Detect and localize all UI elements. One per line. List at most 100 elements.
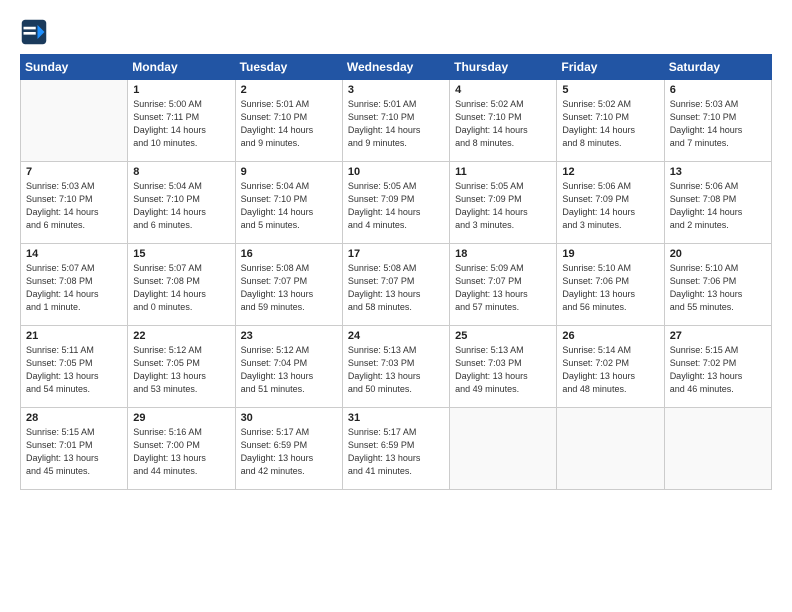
calendar-cell: 14 Sunrise: 5:07 AM Sunset: 7:08 PM Dayli… — [21, 244, 128, 326]
day-info: Sunrise: 5:08 AM Sunset: 7:07 PM Dayligh… — [348, 262, 444, 314]
weekday-header-thursday: Thursday — [450, 55, 557, 80]
day-info: Sunrise: 5:13 AM Sunset: 7:03 PM Dayligh… — [348, 344, 444, 396]
calendar-cell — [450, 408, 557, 490]
day-number: 19 — [562, 248, 658, 260]
day-number: 28 — [26, 412, 122, 424]
day-info: Sunrise: 5:15 AM Sunset: 7:01 PM Dayligh… — [26, 426, 122, 478]
day-number: 27 — [670, 330, 766, 342]
calendar-cell: 5 Sunrise: 5:02 AM Sunset: 7:10 PM Daylig… — [557, 80, 664, 162]
day-info: Sunrise: 5:17 AM Sunset: 6:59 PM Dayligh… — [241, 426, 337, 478]
day-info: Sunrise: 5:12 AM Sunset: 7:04 PM Dayligh… — [241, 344, 337, 396]
calendar-cell: 7 Sunrise: 5:03 AM Sunset: 7:10 PM Daylig… — [21, 162, 128, 244]
day-number: 25 — [455, 330, 551, 342]
day-number: 17 — [348, 248, 444, 260]
day-info: Sunrise: 5:11 AM Sunset: 7:05 PM Dayligh… — [26, 344, 122, 396]
day-number: 5 — [562, 84, 658, 96]
calendar-cell: 22 Sunrise: 5:12 AM Sunset: 7:05 PM Dayli… — [128, 326, 235, 408]
calendar-cell: 1 Sunrise: 5:00 AM Sunset: 7:11 PM Daylig… — [128, 80, 235, 162]
calendar-cell: 27Sunrise: 5:15 AM Sunset: 7:02 PM Dayli… — [664, 326, 771, 408]
day-info: Sunrise: 5:03 AM Sunset: 7:10 PM Dayligh… — [26, 180, 122, 232]
day-info: Sunrise: 5:00 AM Sunset: 7:11 PM Dayligh… — [133, 98, 229, 150]
day-info: Sunrise: 5:05 AM Sunset: 7:09 PM Dayligh… — [348, 180, 444, 232]
calendar-cell: 8 Sunrise: 5:04 AM Sunset: 7:10 PM Daylig… — [128, 162, 235, 244]
day-number: 15 — [133, 248, 229, 260]
day-number: 14 — [26, 248, 122, 260]
day-number: 22 — [133, 330, 229, 342]
day-info: Sunrise: 5:04 AM Sunset: 7:10 PM Dayligh… — [241, 180, 337, 232]
calendar-cell — [664, 408, 771, 490]
day-number: 3 — [348, 84, 444, 96]
day-info: Sunrise: 5:13 AM Sunset: 7:03 PM Dayligh… — [455, 344, 551, 396]
calendar-cell: 29Sunrise: 5:16 AM Sunset: 7:00 PM Dayli… — [128, 408, 235, 490]
calendar-cell: 18 Sunrise: 5:09 AM Sunset: 7:07 PM Dayli… — [450, 244, 557, 326]
calendar-cell: 30 Sunrise: 5:17 AM Sunset: 6:59 PM Dayli… — [235, 408, 342, 490]
day-info: Sunrise: 5:09 AM Sunset: 7:07 PM Dayligh… — [455, 262, 551, 314]
calendar-cell: 26 Sunrise: 5:14 AM Sunset: 7:02 PM Dayli… — [557, 326, 664, 408]
calendar-cell: 6 Sunrise: 5:03 AM Sunset: 7:10 PM Daylig… — [664, 80, 771, 162]
day-info: Sunrise: 5:02 AM Sunset: 7:10 PM Dayligh… — [455, 98, 551, 150]
calendar-cell: 19 Sunrise: 5:10 AM Sunset: 7:06 PM Dayli… — [557, 244, 664, 326]
day-info: Sunrise: 5:05 AM Sunset: 7:09 PM Dayligh… — [455, 180, 551, 232]
calendar-cell: 20 Sunrise: 5:10 AM Sunset: 7:06 PM Dayli… — [664, 244, 771, 326]
weekday-header-sunday: Sunday — [21, 55, 128, 80]
day-info: Sunrise: 5:03 AM Sunset: 7:10 PM Dayligh… — [670, 98, 766, 150]
day-number: 4 — [455, 84, 551, 96]
day-info: Sunrise: 5:14 AM Sunset: 7:02 PM Dayligh… — [562, 344, 658, 396]
calendar-cell: 31 Sunrise: 5:17 AM Sunset: 6:59 PM Dayli… — [342, 408, 449, 490]
calendar-cell: 21 Sunrise: 5:11 AM Sunset: 7:05 PM Dayli… — [21, 326, 128, 408]
calendar-cell: 23 Sunrise: 5:12 AM Sunset: 7:04 PM Dayli… — [235, 326, 342, 408]
logo — [20, 18, 52, 46]
calendar-cell — [557, 408, 664, 490]
calendar-cell: 12 Sunrise: 5:06 AM Sunset: 7:09 PM Dayli… — [557, 162, 664, 244]
day-number: 23 — [241, 330, 337, 342]
day-info: Sunrise: 5:17 AM Sunset: 6:59 PM Dayligh… — [348, 426, 444, 478]
day-info: Sunrise: 5:10 AM Sunset: 7:06 PM Dayligh… — [670, 262, 766, 314]
calendar-cell: 16 Sunrise: 5:08 AM Sunset: 7:07 PM Dayli… — [235, 244, 342, 326]
weekday-header-wednesday: Wednesday — [342, 55, 449, 80]
page-header — [20, 18, 772, 46]
day-info: Sunrise: 5:08 AM Sunset: 7:07 PM Dayligh… — [241, 262, 337, 314]
day-info: Sunrise: 5:04 AM Sunset: 7:10 PM Dayligh… — [133, 180, 229, 232]
weekday-header-tuesday: Tuesday — [235, 55, 342, 80]
day-number: 11 — [455, 166, 551, 178]
day-number: 9 — [241, 166, 337, 178]
day-number: 1 — [133, 84, 229, 96]
calendar-cell: 17 Sunrise: 5:08 AM Sunset: 7:07 PM Dayli… — [342, 244, 449, 326]
calendar-cell: 10Sunrise: 5:05 AM Sunset: 7:09 PM Dayli… — [342, 162, 449, 244]
day-number: 13 — [670, 166, 766, 178]
day-info: Sunrise: 5:10 AM Sunset: 7:06 PM Dayligh… — [562, 262, 658, 314]
day-info: Sunrise: 5:06 AM Sunset: 7:09 PM Dayligh… — [562, 180, 658, 232]
day-number: 8 — [133, 166, 229, 178]
calendar-cell: 13 Sunrise: 5:06 AM Sunset: 7:08 PM Dayli… — [664, 162, 771, 244]
calendar-cell — [21, 80, 128, 162]
calendar-cell: 28 Sunrise: 5:15 AM Sunset: 7:01 PM Dayli… — [21, 408, 128, 490]
weekday-header-saturday: Saturday — [664, 55, 771, 80]
calendar-cell: 11 Sunrise: 5:05 AM Sunset: 7:09 PM Dayli… — [450, 162, 557, 244]
day-number: 2 — [241, 84, 337, 96]
day-info: Sunrise: 5:06 AM Sunset: 7:08 PM Dayligh… — [670, 180, 766, 232]
calendar-cell: 4 Sunrise: 5:02 AM Sunset: 7:10 PM Daylig… — [450, 80, 557, 162]
day-number: 6 — [670, 84, 766, 96]
day-info: Sunrise: 5:07 AM Sunset: 7:08 PM Dayligh… — [26, 262, 122, 314]
day-number: 24 — [348, 330, 444, 342]
day-number: 21 — [26, 330, 122, 342]
day-number: 26 — [562, 330, 658, 342]
day-number: 16 — [241, 248, 337, 260]
day-info: Sunrise: 5:12 AM Sunset: 7:05 PM Dayligh… — [133, 344, 229, 396]
calendar: SundayMondayTuesdayWednesdayThursdayFrid… — [20, 54, 772, 490]
day-number: 30 — [241, 412, 337, 424]
day-info: Sunrise: 5:07 AM Sunset: 7:08 PM Dayligh… — [133, 262, 229, 314]
logo-icon — [20, 18, 48, 46]
day-number: 18 — [455, 248, 551, 260]
calendar-cell: 15 Sunrise: 5:07 AM Sunset: 7:08 PM Dayli… — [128, 244, 235, 326]
day-number: 7 — [26, 166, 122, 178]
day-number: 31 — [348, 412, 444, 424]
day-number: 12 — [562, 166, 658, 178]
weekday-header-monday: Monday — [128, 55, 235, 80]
calendar-cell: 25 Sunrise: 5:13 AM Sunset: 7:03 PM Dayli… — [450, 326, 557, 408]
calendar-cell: 3Sunrise: 5:01 AM Sunset: 7:10 PM Daylig… — [342, 80, 449, 162]
day-info: Sunrise: 5:02 AM Sunset: 7:10 PM Dayligh… — [562, 98, 658, 150]
day-number: 20 — [670, 248, 766, 260]
calendar-cell: 2 Sunrise: 5:01 AM Sunset: 7:10 PM Daylig… — [235, 80, 342, 162]
day-info: Sunrise: 5:01 AM Sunset: 7:10 PM Dayligh… — [241, 98, 337, 150]
